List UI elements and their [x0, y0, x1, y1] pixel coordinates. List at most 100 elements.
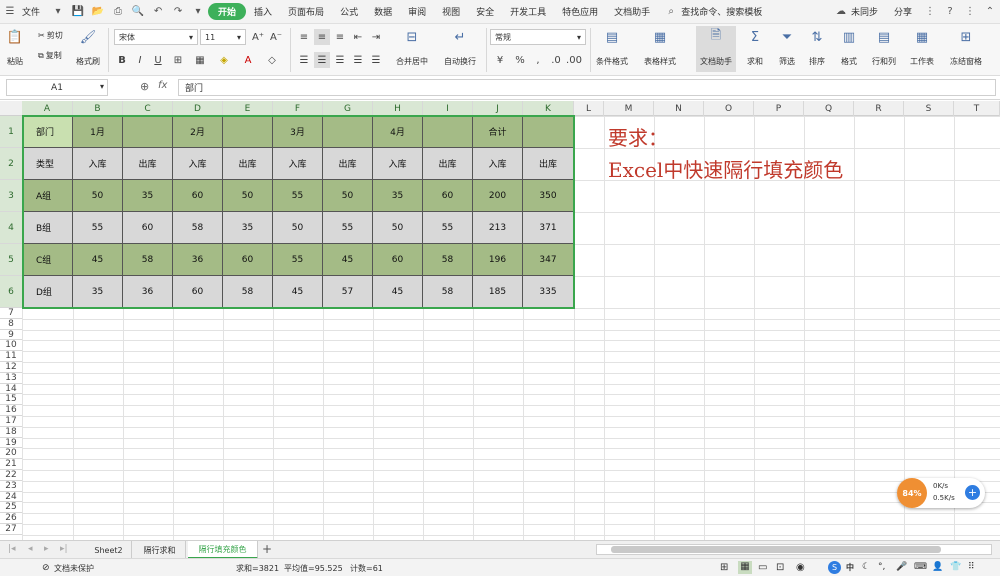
doc-assistant-button[interactable]: 🗎 文档助手	[696, 26, 736, 72]
freeze-panes-button[interactable]: ⊞ 冻结窗格	[950, 28, 982, 67]
row-header-21[interactable]: 21	[0, 459, 22, 470]
row-header-2[interactable]: 2	[0, 148, 22, 180]
cell-f4[interactable]: 50	[273, 212, 323, 244]
tab-11[interactable]: 文档助手	[606, 5, 658, 18]
rows-cols-button[interactable]: ▤ 行和列	[872, 28, 896, 67]
cell-c4[interactable]: 60	[123, 212, 173, 244]
align-left-icon[interactable]: ☰	[296, 52, 312, 68]
filter-button[interactable]: ⏷ 筛选	[778, 28, 796, 67]
font-size-select[interactable]: 11 ▾	[200, 29, 246, 45]
grid-menu-icon[interactable]: ⠿	[968, 562, 975, 572]
align-top-icon[interactable]: ≡	[296, 29, 312, 45]
column-header-f[interactable]: F	[273, 101, 323, 116]
cell-style-icon[interactable]: ▦	[192, 52, 208, 68]
next-sheet-icon[interactable]: ▸	[44, 544, 49, 554]
row-header-26[interactable]: 26	[0, 513, 22, 524]
currency-icon[interactable]: ¥	[492, 52, 508, 68]
cell-h1[interactable]: 4月	[373, 116, 423, 148]
bold-icon[interactable]: B	[114, 52, 130, 68]
tab-6[interactable]: 审阅	[400, 5, 434, 18]
command-search[interactable]: 查找命令、搜索模板	[681, 5, 770, 18]
fill-color-icon[interactable]: ◈	[216, 52, 232, 68]
cut-button[interactable]: ✂ 剪切	[38, 30, 63, 41]
align-middle-icon[interactable]: ≡	[314, 29, 330, 45]
undo-icon[interactable]: ↶	[151, 5, 165, 19]
copy-button[interactable]: ⧉ 复制	[38, 50, 62, 61]
plus-icon[interactable]: +	[965, 485, 980, 500]
add-sheet-icon[interactable]: +	[262, 542, 272, 556]
cell-b2[interactable]: 入库	[73, 148, 123, 180]
number-format-select[interactable]: 常规 ▾	[490, 29, 586, 45]
tab-2[interactable]: 插入	[246, 5, 280, 18]
row-header-15[interactable]: 15	[0, 394, 22, 406]
column-header-e[interactable]: E	[223, 101, 273, 116]
justify-icon[interactable]: ☰	[350, 52, 366, 68]
sheet-tab-2[interactable]: 隔行求和	[134, 541, 186, 559]
hamburger-icon[interactable]: ☰	[3, 5, 17, 19]
cell-i3[interactable]: 60	[423, 180, 473, 212]
column-header-h[interactable]: H	[373, 101, 423, 116]
row-header-9[interactable]: 9	[0, 330, 22, 341]
row-header-22[interactable]: 22	[0, 470, 22, 481]
cell-k4[interactable]: 371	[523, 212, 574, 244]
scrollbar-thumb[interactable]	[611, 546, 941, 553]
row-header-6[interactable]: 6	[0, 276, 22, 308]
column-header-r[interactable]: R	[854, 101, 904, 116]
tab-3[interactable]: 页面布局	[280, 5, 332, 18]
row-header-24[interactable]: 24	[0, 492, 22, 503]
indent-right-icon[interactable]: ⇥	[368, 29, 384, 45]
cell-i6[interactable]: 58	[423, 276, 473, 308]
border-icon[interactable]: ⊞	[170, 52, 186, 68]
collapse-ribbon-icon[interactable]: ⌃	[983, 5, 997, 19]
cell-i5[interactable]: 58	[423, 244, 473, 276]
cell-h5[interactable]: 60	[373, 244, 423, 276]
cell-k5[interactable]: 347	[523, 244, 574, 276]
name-box[interactable]: A1 ▾	[6, 79, 108, 96]
column-header-k[interactable]: K	[523, 101, 574, 116]
protect-status[interactable]: 文档未保护	[54, 563, 94, 574]
cell-j2[interactable]: 入库	[473, 148, 523, 180]
prev-sheet-icon[interactable]: ◂	[28, 544, 33, 554]
formula-input[interactable]: 部门	[178, 79, 996, 96]
cell-b5[interactable]: 45	[73, 244, 123, 276]
cell-g5[interactable]: 45	[323, 244, 373, 276]
tab-4[interactable]: 公式	[332, 5, 366, 18]
column-header-s[interactable]: S	[904, 101, 954, 116]
row-header-4[interactable]: 4	[0, 212, 22, 244]
row-header-1[interactable]: 1	[0, 116, 22, 148]
column-header-o[interactable]: O	[704, 101, 754, 116]
conditional-format-button[interactable]: ▤ 条件格式	[596, 28, 628, 67]
column-header-p[interactable]: P	[754, 101, 804, 116]
sum-button[interactable]: Σ 求和	[746, 28, 764, 67]
cell-j6[interactable]: 185	[473, 276, 523, 308]
cell-c5[interactable]: 58	[123, 244, 173, 276]
column-header-g[interactable]: G	[323, 101, 373, 116]
underline-icon[interactable]: U	[150, 52, 166, 68]
font-color-icon[interactable]: A	[240, 52, 256, 68]
redo-icon[interactable]: ↷	[171, 5, 185, 19]
view-normal-icon[interactable]: ⊞	[720, 562, 728, 573]
help-icon[interactable]: ?	[943, 5, 957, 19]
moon-icon[interactable]: ☾	[862, 562, 870, 572]
sync-status[interactable]: 未同步	[851, 5, 886, 18]
format-painter-button[interactable]: 🖌 格式刷	[76, 28, 100, 67]
row-header-12[interactable]: 12	[0, 362, 22, 373]
cell-h2[interactable]: 入库	[373, 148, 423, 180]
speed-widget[interactable]: 84% 0K/s 0.5K/s +	[897, 478, 985, 508]
cell-d2[interactable]: 入库	[173, 148, 223, 180]
column-header-l[interactable]: L	[574, 101, 604, 116]
row-header-16[interactable]: 16	[0, 405, 22, 416]
distributed-icon[interactable]: ☰	[368, 52, 384, 68]
cell-j1[interactable]: 合计	[473, 116, 523, 148]
cell-h3[interactable]: 35	[373, 180, 423, 212]
cell-d5[interactable]: 36	[173, 244, 223, 276]
row-header-5[interactable]: 5	[0, 244, 22, 276]
sheet-tab-1[interactable]: Sheet2	[86, 541, 132, 559]
open-icon[interactable]: 📂	[91, 5, 105, 19]
cell-f6[interactable]: 45	[273, 276, 323, 308]
cell-i2[interactable]: 出库	[423, 148, 473, 180]
cell-f5[interactable]: 55	[273, 244, 323, 276]
cell-c1[interactable]	[123, 116, 173, 148]
indent-left-icon[interactable]: ⇤	[350, 29, 366, 45]
row-header-8[interactable]: 8	[0, 319, 22, 330]
